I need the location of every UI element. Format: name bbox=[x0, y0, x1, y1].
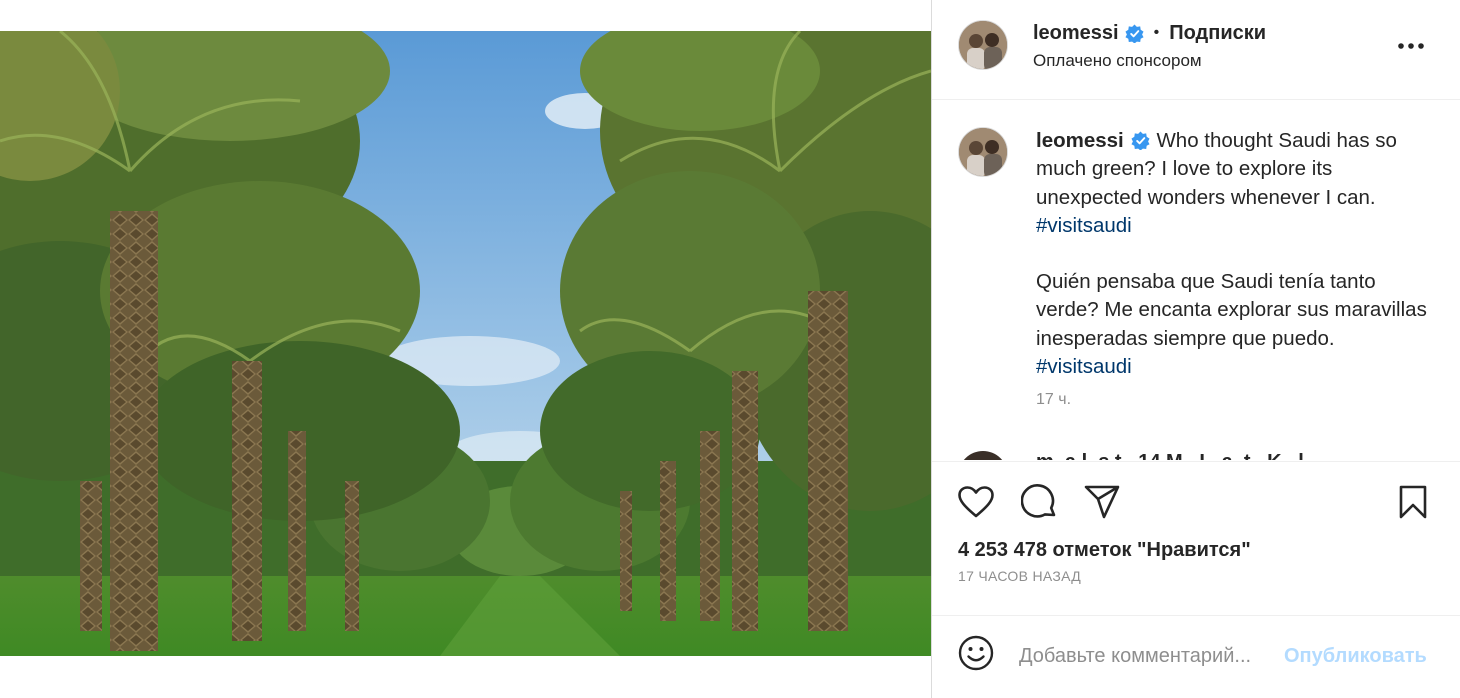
hashtag-link[interactable]: #visitsaudi bbox=[1036, 214, 1132, 237]
post-header: leomessi • Подписки Оплачено спонсором bbox=[932, 0, 1460, 100]
post-timestamp[interactable]: 17 ЧАСОВ НАЗАД bbox=[958, 568, 1081, 584]
share-button[interactable] bbox=[1082, 484, 1122, 524]
comment-input[interactable] bbox=[1019, 639, 1289, 673]
caption-timestamp[interactable]: 17 ч. bbox=[1036, 391, 1071, 409]
paper-plane-icon bbox=[1084, 485, 1120, 524]
post-side-panel: leomessi • Подписки Оплачено спонсором l… bbox=[931, 0, 1460, 698]
sponsored-label[interactable]: Оплачено спонсором bbox=[1033, 51, 1202, 71]
emoji-smile-icon bbox=[958, 635, 994, 676]
save-button[interactable] bbox=[1393, 484, 1433, 524]
commenter-avatar[interactable] bbox=[958, 451, 1008, 460]
avatar[interactable] bbox=[958, 20, 1008, 70]
post-image[interactable] bbox=[0, 31, 931, 656]
like-button[interactable] bbox=[956, 484, 996, 524]
verified-badge-icon bbox=[1131, 130, 1150, 151]
caption-username[interactable]: leomessi bbox=[1036, 129, 1124, 152]
bookmark-icon bbox=[1399, 485, 1427, 524]
comments-area[interactable]: leomessi Who thought Saudi has so much g… bbox=[932, 101, 1460, 460]
comment-box: Опубликовать bbox=[932, 617, 1460, 698]
post-caption: leomessi Who thought Saudi has so much g… bbox=[1036, 127, 1431, 381]
comment-button[interactable] bbox=[1019, 483, 1059, 525]
separator-dot: • bbox=[1153, 24, 1160, 41]
heart-icon bbox=[958, 485, 994, 523]
post-actions: 4 253 478 отметок "Нравится" 17 ЧАСОВ НА… bbox=[932, 461, 1460, 616]
likes-count[interactable]: 4 253 478 отметок "Нравится" bbox=[958, 539, 1251, 562]
publish-button[interactable]: Опубликовать bbox=[1284, 645, 1427, 668]
following-button[interactable]: Подписки bbox=[1169, 22, 1266, 45]
next-comment-partial: m..a.l..s.t.. 14 M.. I.. a..t.. K.. l.. bbox=[958, 451, 1438, 460]
more-options-button[interactable] bbox=[1392, 30, 1430, 60]
hashtag-link[interactable]: #visitsaudi bbox=[1036, 355, 1132, 378]
caption-text-spanish: Quién pensaba que Saudi tenía tanto verd… bbox=[1036, 270, 1427, 350]
caption-avatar[interactable] bbox=[958, 127, 1008, 177]
verified-badge-icon bbox=[1125, 23, 1144, 43]
more-horizontal-icon bbox=[1398, 36, 1424, 54]
emoji-button[interactable] bbox=[956, 635, 996, 675]
media-frame bbox=[0, 0, 931, 698]
comment-bubble-icon bbox=[1020, 483, 1057, 525]
author-username[interactable]: leomessi bbox=[1033, 22, 1119, 45]
next-comment-fragment: m..a.l..s.t.. 14 M.. I.. a..t.. K.. l.. bbox=[1036, 451, 1315, 460]
author-row: leomessi • Подписки bbox=[1033, 20, 1266, 46]
